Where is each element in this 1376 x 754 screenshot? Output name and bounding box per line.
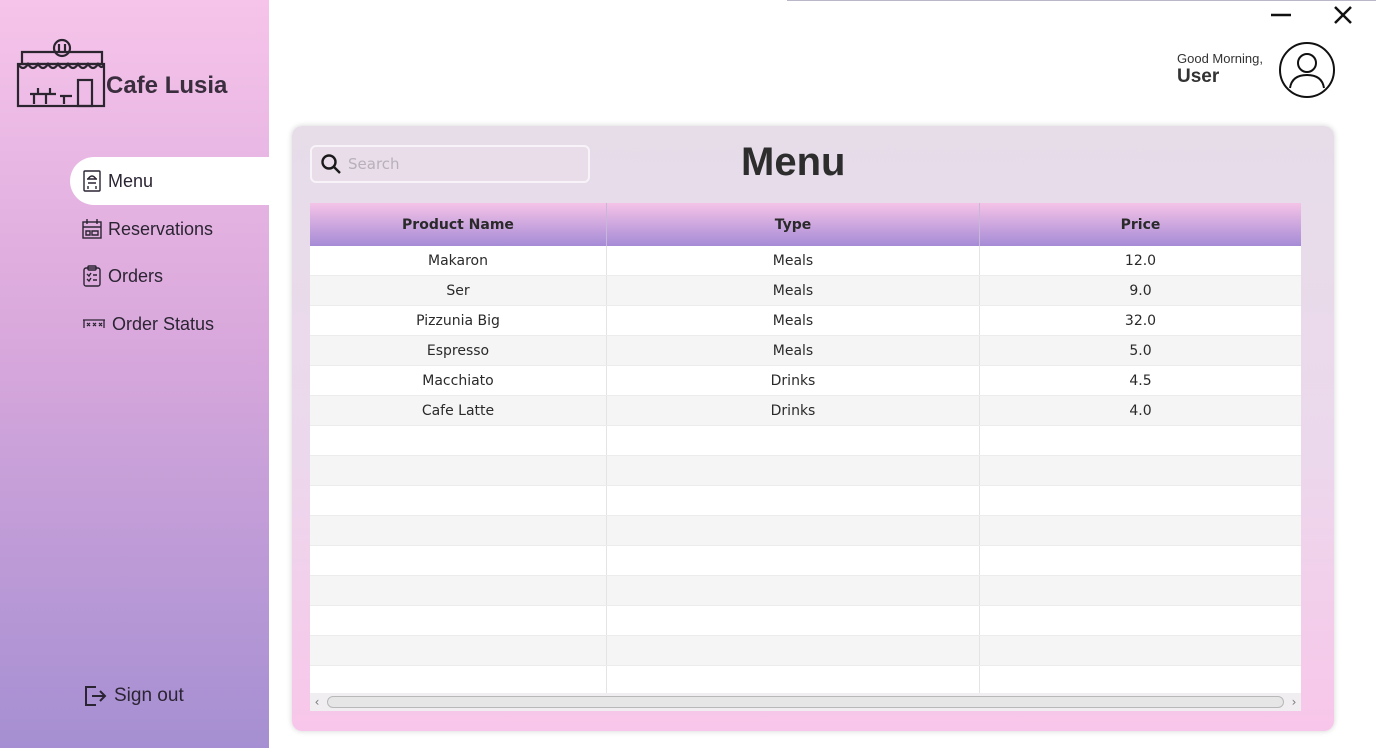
- user-avatar-icon[interactable]: [1278, 41, 1336, 99]
- scroll-left-icon[interactable]: ‹: [310, 695, 324, 709]
- sign-out-icon: [85, 686, 107, 706]
- search-input[interactable]: [348, 155, 578, 173]
- table-cell: [310, 516, 607, 545]
- table-row[interactable]: [310, 636, 1301, 666]
- table-row[interactable]: [310, 606, 1301, 636]
- table-cell: [607, 666, 980, 693]
- scrollbar-thumb[interactable]: [327, 696, 1284, 708]
- table-cell: [310, 606, 607, 635]
- table-row[interactable]: Espresso Meals 5.0: [310, 336, 1301, 366]
- table-cell: [980, 606, 1301, 635]
- table-row[interactable]: [310, 456, 1301, 486]
- sidebar-item-menu[interactable]: Menu: [70, 157, 269, 205]
- table-row[interactable]: [310, 486, 1301, 516]
- sidebar-item-label: Reservations: [108, 218, 214, 239]
- table-cell: [310, 456, 607, 485]
- cafe-storefront-icon: [16, 38, 106, 108]
- status-icon: [83, 319, 105, 328]
- menu-table: Product Name Type Price Makaron Meals 12.0…: [310, 203, 1301, 693]
- table-cell: [310, 546, 607, 575]
- table-cell: [980, 486, 1301, 515]
- column-header-price[interactable]: Price: [980, 203, 1301, 246]
- table-cell: [310, 666, 607, 693]
- sidebar-item-reservations[interactable]: Reservations: [70, 205, 269, 253]
- table-cell: [607, 576, 980, 605]
- search-icon: [321, 154, 341, 174]
- table-cell: [980, 426, 1301, 455]
- table-cell: 5.0: [1129, 342, 1152, 359]
- app-name: Cafe Lusia: [106, 72, 228, 99]
- sidebar: Cafe Lusia Menu Reservations Orders Orde…: [0, 0, 269, 748]
- table-cell: [310, 576, 607, 605]
- table-cell: [607, 486, 980, 515]
- table-cell: [310, 636, 607, 665]
- table-cell: Cafe Latte: [310, 396, 607, 425]
- table-cell: [980, 576, 1301, 605]
- table-cell: [980, 546, 1301, 575]
- horizontal-scrollbar[interactable]: ‹ ›: [310, 693, 1301, 711]
- table-cell: [607, 606, 980, 635]
- page-title: Menu: [741, 140, 846, 184]
- table-cell: [310, 486, 607, 515]
- table-row[interactable]: [310, 666, 1301, 693]
- sidebar-item-label: Orders: [108, 265, 164, 286]
- window-top-border: [787, 0, 1376, 1]
- column-header-product-name[interactable]: Product Name: [310, 203, 607, 246]
- sign-out-button[interactable]: Sign out: [82, 680, 184, 712]
- table-row[interactable]: [310, 516, 1301, 546]
- table-cell: Ser: [310, 276, 607, 305]
- table-row[interactable]: Cafe Latte Drinks 4.0: [310, 396, 1301, 426]
- table-cell: Meals: [607, 246, 980, 275]
- table-cell: [980, 636, 1301, 665]
- search-box[interactable]: [310, 145, 590, 183]
- sidebar-item-label: Order Status: [112, 313, 215, 334]
- table-row[interactable]: Ser Meals 9.0: [310, 276, 1301, 306]
- table-body: Makaron Meals 12.0 Ser Meals 9.0 Pizzunia Big M…: [310, 246, 1301, 693]
- table-cell: Macchiato: [310, 366, 607, 395]
- table-row[interactable]: Pizzunia Big Meals 32.0: [310, 306, 1301, 336]
- sign-out-label: Sign out: [114, 685, 184, 706]
- close-icon[interactable]: [1330, 2, 1356, 28]
- table-row[interactable]: Macchiato Drinks 4.5: [310, 366, 1301, 396]
- table-cell: [980, 456, 1301, 485]
- sidebar-item-order-status[interactable]: Order Status: [70, 300, 269, 348]
- table-cell: 4.0: [1129, 402, 1152, 419]
- table-cell: Meals: [607, 276, 980, 305]
- table-cell: [980, 666, 1301, 693]
- table-cell: [980, 516, 1301, 545]
- table-row[interactable]: [310, 546, 1301, 576]
- table-cell: 12.0: [1124, 252, 1157, 269]
- table-cell: [607, 426, 980, 455]
- menu-icon: [83, 170, 101, 192]
- table-cell: Pizzunia Big: [310, 306, 607, 335]
- user-name: User: [1177, 66, 1220, 87]
- table-cell: Meals: [607, 336, 980, 365]
- table-row[interactable]: [310, 576, 1301, 606]
- calendar-icon: [82, 219, 102, 239]
- table-cell: Drinks: [607, 366, 980, 395]
- table-row[interactable]: [310, 426, 1301, 456]
- scroll-right-icon[interactable]: ›: [1287, 695, 1301, 709]
- table-cell: Drinks: [607, 396, 980, 425]
- table-cell: Meals: [607, 306, 980, 335]
- table-row[interactable]: Makaron Meals 12.0: [310, 246, 1301, 276]
- greeting-text: Good Morning,: [1177, 51, 1263, 66]
- minimize-icon[interactable]: [1268, 2, 1294, 28]
- sidebar-item-label: Menu: [108, 170, 154, 191]
- column-header-type[interactable]: Type: [607, 203, 980, 246]
- table-cell: 4.5: [1129, 372, 1152, 389]
- menu-panel: Menu Product Name Type Price MakaronMeal…: [292, 126, 1334, 731]
- table-cell: [607, 456, 980, 485]
- table-header: Product Name Type Price: [310, 203, 1301, 246]
- table-cell: 9.0: [1129, 282, 1152, 299]
- sidebar-item-orders[interactable]: Orders: [70, 252, 269, 300]
- clipboard-icon: [83, 265, 101, 287]
- table-cell: [607, 516, 980, 545]
- table-cell: [310, 426, 607, 455]
- table-cell: Espresso: [310, 336, 607, 365]
- table-cell: 32.0: [1124, 312, 1157, 329]
- table-cell: Makaron: [310, 246, 607, 275]
- table-cell: [607, 636, 980, 665]
- table-cell: [607, 546, 980, 575]
